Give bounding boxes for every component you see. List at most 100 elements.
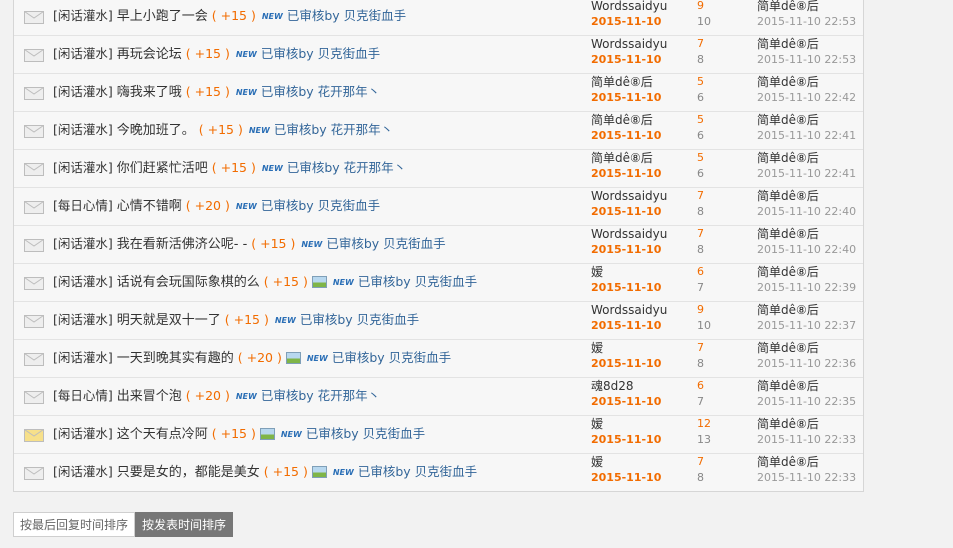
thread-category-link[interactable]: [闲话灌水] xyxy=(53,46,113,61)
last-poster-link[interactable]: 简单dê⑧后 xyxy=(757,416,867,432)
author-link[interactable]: 魂8d28 xyxy=(591,378,691,394)
reply-count: 9 xyxy=(697,0,704,12)
last-post-cell: 简单dê⑧后 2015-11-10 22:41 xyxy=(757,150,867,182)
author-link[interactable]: Wordssaidyu xyxy=(591,188,691,204)
thread-title-link[interactable]: 今晚加班了。 xyxy=(117,123,195,138)
last-post-time[interactable]: 2015-11-10 22:41 xyxy=(757,166,867,182)
post-date: 2015-11-10 xyxy=(591,91,662,104)
thread-category-link[interactable]: [闲话灌水] xyxy=(53,8,113,23)
last-post-time[interactable]: 2015-11-10 22:41 xyxy=(757,128,867,144)
last-post-time[interactable]: 2015-11-10 22:42 xyxy=(757,90,867,106)
thread-category-link[interactable]: [闲话灌水] xyxy=(53,350,113,365)
thread-title-link[interactable]: 这个天有点冷阿 xyxy=(117,427,208,442)
thread-author-cell: Wordssaidyu 2015-11-10 xyxy=(591,36,691,68)
thread-title-link[interactable]: 早上小跑了一会 xyxy=(117,9,208,24)
author-link[interactable]: Wordssaidyu xyxy=(591,302,691,318)
thread-category-link[interactable]: [每日心情] xyxy=(53,388,113,403)
last-poster-link[interactable]: 简单dê⑧后 xyxy=(757,454,867,470)
review-status: 已审核by 花开那年丶 xyxy=(260,84,381,99)
sort-by-post-time-button[interactable]: 按发表时间排序 xyxy=(135,512,234,537)
thread-points: ( +15 ) xyxy=(185,84,230,99)
last-post-cell: 简单dê⑧后 2015-11-10 22:39 xyxy=(757,264,867,296)
reply-count: 6 xyxy=(697,379,704,392)
last-post-time[interactable]: 2015-11-10 22:36 xyxy=(757,356,867,372)
author-link[interactable]: 嫒 xyxy=(591,264,691,280)
thread-title-link[interactable]: 嗨我来了哦 xyxy=(117,85,182,100)
thread-row: [每日心情] 心情不错啊( +20 ) NEW 已审核by 贝克街血手 Wordssa… xyxy=(14,188,863,226)
last-post-time[interactable]: 2015-11-10 22:39 xyxy=(757,280,867,296)
last-poster-link[interactable]: 简单dê⑧后 xyxy=(757,340,867,356)
author-link[interactable]: 简单dê⑧后 xyxy=(591,74,691,90)
thread-title-cell: [闲话灌水] 这个天有点冷阿( +15 ) NEW 已审核by 贝克街血手 xyxy=(53,426,425,443)
last-poster-link[interactable]: 简单dê⑧后 xyxy=(757,36,867,52)
last-post-time[interactable]: 2015-11-10 22:37 xyxy=(757,318,867,334)
thread-category-link[interactable]: [闲话灌水] xyxy=(53,464,113,479)
thread-title-link[interactable]: 一天到晚其实有趣的 xyxy=(117,351,234,366)
author-link[interactable]: Wordssaidyu xyxy=(591,0,691,14)
last-post-time[interactable]: 2015-11-10 22:35 xyxy=(757,394,867,410)
last-post-cell: 简单dê⑧后 2015-11-10 22:41 xyxy=(757,112,867,144)
thread-title-cell: [每日心情] 心情不错啊( +20 ) NEW 已审核by 贝克街血手 xyxy=(53,198,380,215)
thread-category-link[interactable]: [闲话灌水] xyxy=(53,274,113,289)
thread-category-link[interactable]: [闲话灌水] xyxy=(53,426,113,441)
thread-author-cell: 简单dê⑧后 2015-11-10 xyxy=(591,112,691,144)
thread-title-cell: [每日心情] 出来冒个泡( +20 ) NEW 已审核by 花开那年丶 xyxy=(53,388,380,405)
last-poster-link[interactable]: 简单dê⑧后 xyxy=(757,378,867,394)
author-link[interactable]: 嫒 xyxy=(591,340,691,356)
last-post-time[interactable]: 2015-11-10 22:40 xyxy=(757,204,867,220)
thread-category-link[interactable]: [每日心情] xyxy=(53,198,113,213)
thread-row: [闲话灌水] 今晚加班了。( +15 ) NEW 已审核by 花开那年丶 简单dê⑧后… xyxy=(14,112,863,150)
thread-title-link[interactable]: 明天就是双十一了 xyxy=(117,313,221,328)
thread-category-link[interactable]: [闲话灌水] xyxy=(53,122,113,137)
thread-category-link[interactable]: [闲话灌水] xyxy=(53,84,113,99)
thread-title-cell: [闲话灌水] 只要是女的，都能是美女( +15 ) NEW 已审核by 贝克街血手 xyxy=(53,464,477,481)
last-poster-link[interactable]: 简单dê⑧后 xyxy=(757,226,867,242)
author-link[interactable]: Wordssaidyu xyxy=(591,36,691,52)
new-badge: NEW xyxy=(306,354,328,363)
last-post-cell: 简单dê⑧后 2015-11-10 22:33 xyxy=(757,454,867,486)
thread-title-link[interactable]: 只要是女的，都能是美女 xyxy=(117,465,260,480)
post-date: 2015-11-10 xyxy=(591,167,662,180)
last-poster-link[interactable]: 简单dê⑧后 xyxy=(757,0,867,14)
new-badge: NEW xyxy=(261,164,283,173)
post-date: 2015-11-10 xyxy=(591,395,662,408)
last-poster-link[interactable]: 简单dê⑧后 xyxy=(757,150,867,166)
author-link[interactable]: 简单dê⑧后 xyxy=(591,112,691,128)
last-post-time[interactable]: 2015-11-10 22:33 xyxy=(757,432,867,448)
last-poster-link[interactable]: 简单dê⑧后 xyxy=(757,74,867,90)
thread-title-link[interactable]: 心情不错啊 xyxy=(117,199,182,214)
last-poster-link[interactable]: 简单dê⑧后 xyxy=(757,188,867,204)
last-poster-link[interactable]: 简单dê⑧后 xyxy=(757,302,867,318)
thread-title-link[interactable]: 出来冒个泡 xyxy=(117,389,182,404)
thread-title-link[interactable]: 我在看新活佛济公呢- - xyxy=(117,237,248,252)
last-post-time[interactable]: 2015-11-10 22:33 xyxy=(757,470,867,486)
last-poster-link[interactable]: 简单dê⑧后 xyxy=(757,112,867,128)
thread-title-link[interactable]: 再玩会论坛 xyxy=(117,47,182,62)
author-link[interactable]: 简单dê⑧后 xyxy=(591,150,691,166)
review-status: 已审核by 贝克街血手 xyxy=(357,464,478,479)
thread-row: [闲话灌水] 你们赶紧忙活吧( +15 ) NEW 已审核by 花开那年丶 简单dê⑧… xyxy=(14,150,863,188)
thread-row: [闲话灌水] 再玩会论坛( +15 ) NEW 已审核by 贝克街血手 Wordssa… xyxy=(14,36,863,74)
envelope-icon xyxy=(24,353,44,366)
image-icon xyxy=(285,352,301,364)
new-badge: NEW xyxy=(235,202,257,211)
author-link[interactable]: 嫒 xyxy=(591,454,691,470)
sort-by-last-reply-button[interactable]: 按最后回复时间排序 xyxy=(13,512,136,537)
thread-category-link[interactable]: [闲话灌水] xyxy=(53,160,113,175)
thread-category-link[interactable]: [闲话灌水] xyxy=(53,312,113,327)
last-post-time[interactable]: 2015-11-10 22:53 xyxy=(757,14,867,30)
last-post-time[interactable]: 2015-11-10 22:53 xyxy=(757,52,867,68)
last-post-cell: 简单dê⑧后 2015-11-10 22:53 xyxy=(757,0,867,30)
envelope-hot-icon xyxy=(24,429,44,442)
thread-title-link[interactable]: 话说有会玩国际象棋的么 xyxy=(117,275,260,290)
thread-category-link[interactable]: [闲话灌水] xyxy=(53,236,113,251)
last-post-time[interactable]: 2015-11-10 22:40 xyxy=(757,242,867,258)
thread-title-cell: [闲话灌水] 你们赶紧忙活吧( +15 ) NEW 已审核by 花开那年丶 xyxy=(53,160,406,177)
author-link[interactable]: 嫒 xyxy=(591,416,691,432)
view-count: 8 xyxy=(697,205,704,218)
last-poster-link[interactable]: 简单dê⑧后 xyxy=(757,264,867,280)
thread-points: ( +15 ) xyxy=(251,236,296,251)
author-link[interactable]: Wordssaidyu xyxy=(591,226,691,242)
envelope-icon xyxy=(24,11,44,24)
thread-title-link[interactable]: 你们赶紧忙活吧 xyxy=(117,161,208,176)
